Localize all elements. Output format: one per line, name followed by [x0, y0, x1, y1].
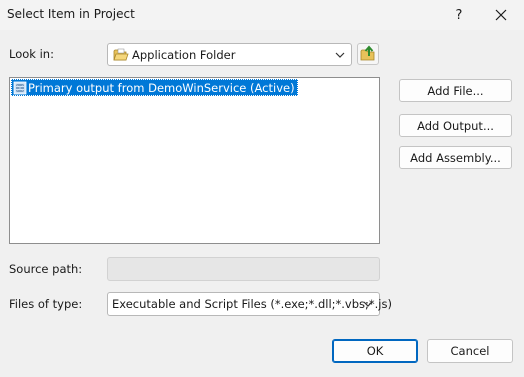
look-in-value: Application Folder	[132, 47, 236, 62]
chevron-down-icon	[335, 52, 345, 58]
project-items-list[interactable]: Primary output from DemoWinService (Acti…	[9, 77, 380, 244]
list-item[interactable]: Primary output from DemoWinService (Acti…	[11, 79, 298, 96]
folder-up-icon	[360, 45, 375, 61]
up-one-level-button[interactable]	[357, 43, 379, 65]
project-output-icon	[11, 79, 28, 96]
files-of-type-value: Executable and Script Files (*.exe;*.dll…	[112, 297, 392, 311]
select-item-dialog: Select Item in Project ? Look in: Applic…	[0, 0, 524, 377]
source-path-field	[107, 257, 380, 281]
list-item-label: Primary output from DemoWinService (Acti…	[28, 80, 295, 95]
source-path-label: Source path:	[9, 262, 83, 276]
close-icon	[495, 9, 507, 21]
add-file-button[interactable]: Add File...	[399, 79, 512, 102]
window-title: Select Item in Project	[7, 7, 135, 21]
close-button[interactable]	[484, 2, 518, 28]
files-of-type-dropdown[interactable]: Executable and Script Files (*.exe;*.dll…	[107, 292, 392, 316]
look-in-dropdown[interactable]: Application Folder	[107, 43, 352, 66]
add-assembly-button[interactable]: Add Assembly...	[399, 146, 512, 169]
title-bar: Select Item in Project ?	[0, 0, 524, 30]
ok-button[interactable]: OK	[332, 339, 418, 363]
help-button[interactable]: ?	[446, 2, 472, 28]
chevron-down-icon	[363, 301, 373, 307]
files-of-type-label: Files of type:	[9, 297, 83, 311]
cancel-button[interactable]: Cancel	[427, 339, 513, 363]
add-output-button[interactable]: Add Output...	[399, 114, 512, 137]
look-in-label: Look in:	[9, 47, 54, 61]
folder-icon	[113, 47, 129, 66]
